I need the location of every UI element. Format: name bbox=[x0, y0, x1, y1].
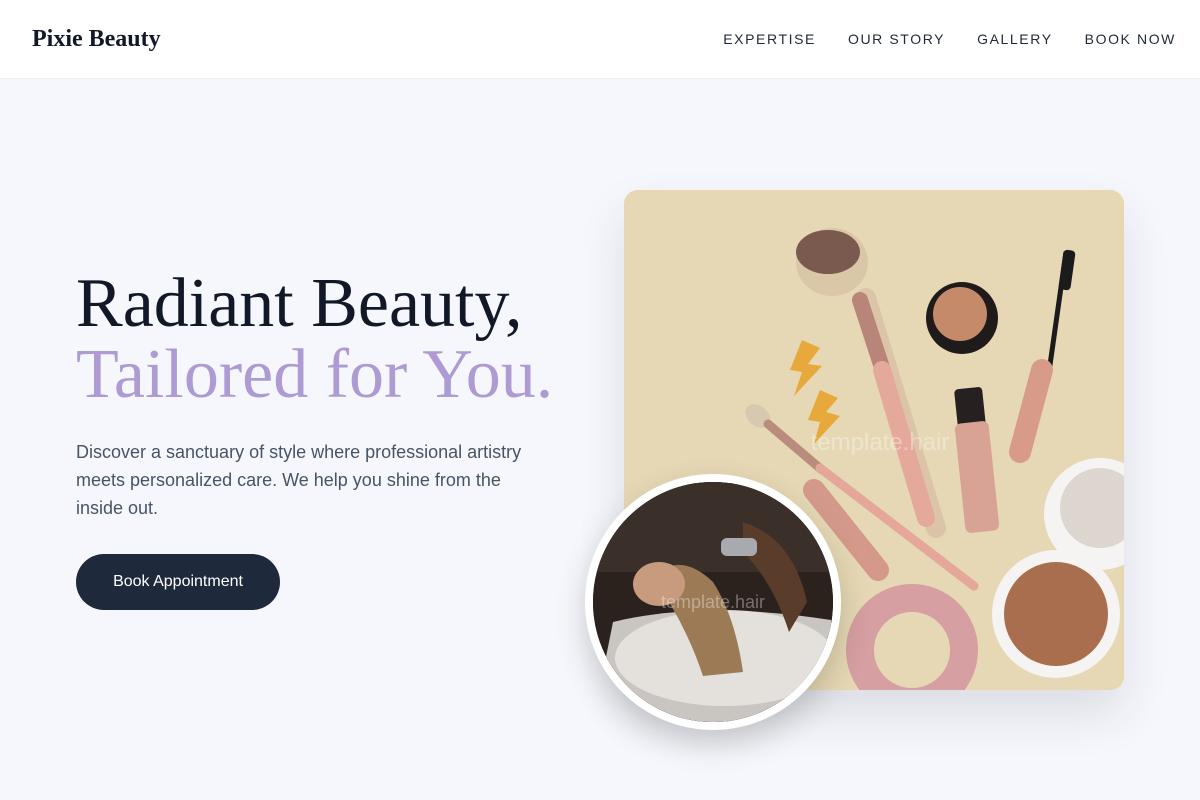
nav-link-gallery[interactable]: GALLERY bbox=[977, 31, 1053, 47]
cream-jar-icon bbox=[926, 282, 998, 354]
hero-title-line-1: Radiant Beauty, bbox=[76, 265, 523, 342]
circle-image-watermark: template.hair bbox=[661, 592, 765, 612]
main-image-watermark: template.hair bbox=[811, 429, 950, 456]
hair-wash-illustration: template.hair bbox=[593, 482, 833, 722]
main-nav: EXPERTISE OUR STORY GALLERY BOOK NOW bbox=[723, 31, 1176, 47]
hero-title: Radiant Beauty, Tailored for You. bbox=[76, 268, 553, 410]
nav-link-expertise[interactable]: EXPERTISE bbox=[723, 31, 816, 47]
nav-link-our-story[interactable]: OUR STORY bbox=[848, 31, 945, 47]
site-header: Pixie Beauty EXPERTISE OUR STORY GALLERY… bbox=[0, 0, 1200, 79]
hero-title-line-2: Tailored for You. bbox=[76, 336, 554, 413]
nav-link-book-now[interactable]: BOOK NOW bbox=[1085, 31, 1176, 47]
book-appointment-button[interactable]: Book Appointment bbox=[76, 554, 280, 610]
hero-description: Discover a sanctuary of style where prof… bbox=[76, 442, 522, 518]
hair-wash-photo: template.hair bbox=[593, 482, 833, 722]
brand-logo[interactable]: Pixie Beauty bbox=[32, 26, 161, 53]
salon-photo-circle: template.hair bbox=[585, 474, 841, 730]
